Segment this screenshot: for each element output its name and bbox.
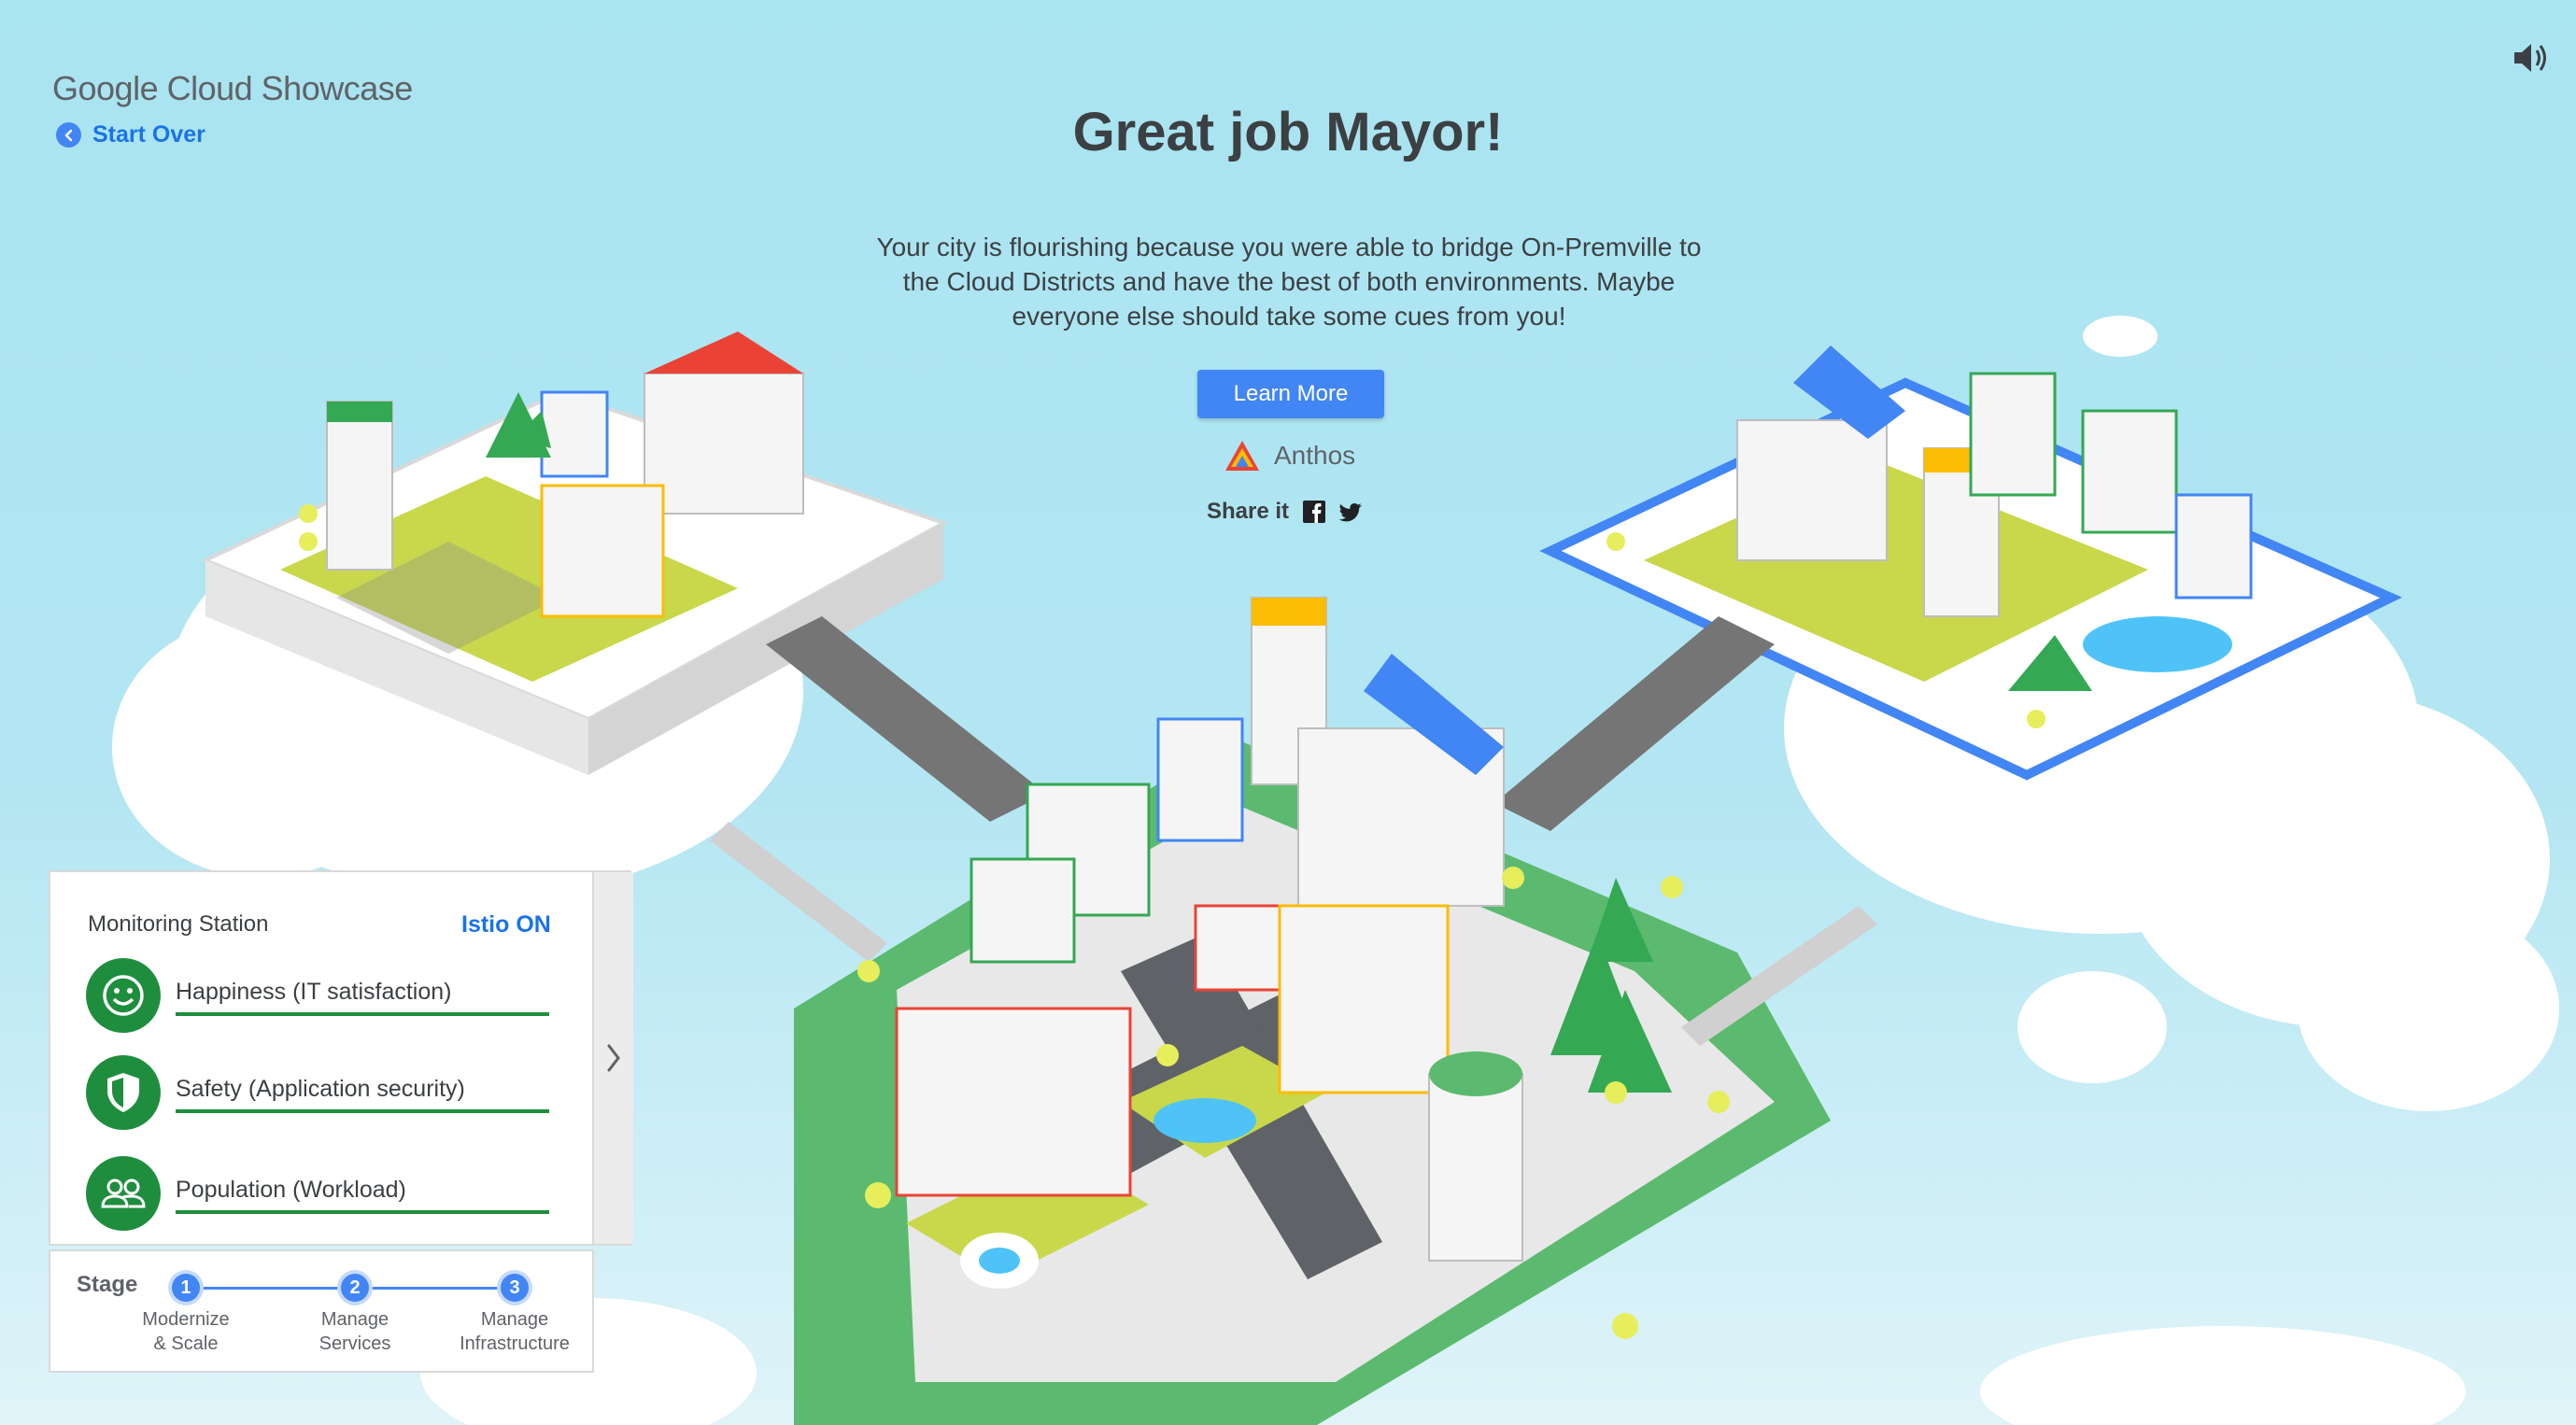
anthos-label: Anthos: [1274, 441, 1356, 470]
anthos-logo-icon: [1225, 441, 1259, 471]
stage-step-1-label-line2: & Scale: [153, 1333, 219, 1354]
metric-bar: [176, 1210, 549, 1214]
share-bar: Share it: [1207, 499, 1364, 525]
stage-step-2-label: Manage Services: [294, 1307, 416, 1356]
stage-step-2-label-line2: Services: [318, 1333, 391, 1354]
stage-step-3-label: Manage Infrastructure: [454, 1307, 575, 1356]
istio-status[interactable]: Istio ON: [461, 911, 551, 938]
metric-label: Population (Workload): [176, 1177, 406, 1203]
chevron-right-icon: [607, 1044, 620, 1072]
twitter-icon[interactable]: [1339, 500, 1364, 524]
metric-label: Happiness (IT satisfaction): [176, 979, 452, 1005]
stage-step-3-label-line1: Manage: [480, 1309, 549, 1330]
result-message: Your city is flourishing because you wer…: [876, 233, 1702, 331]
learn-more-button[interactable]: Learn More: [1197, 370, 1384, 418]
stage-step-3-label-line2: Infrastructure: [460, 1333, 570, 1354]
metric-population: Population (Workload): [86, 1156, 549, 1231]
stage-step-2[interactable]: 2: [341, 1274, 369, 1302]
page-title: Great job Mayor!: [1072, 102, 1504, 162]
shield-icon: [86, 1055, 161, 1130]
stage-progress: Stage 1 Modernize & Scale 2 Manage Servi…: [49, 1249, 594, 1373]
speaker-icon[interactable]: [2511, 39, 2552, 77]
monitoring-title: Monitoring Station: [88, 911, 269, 937]
share-label: Share it: [1207, 499, 1290, 524]
metric-bar: [176, 1012, 549, 1016]
stage-step-1-label-line1: Modernize: [142, 1309, 230, 1330]
stage-step-1-label: Modernize & Scale: [125, 1307, 247, 1356]
stage-step-3[interactable]: 3: [501, 1274, 529, 1302]
panel-expand-button[interactable]: [592, 872, 633, 1244]
stage-title: Stage: [77, 1272, 138, 1297]
monitoring-panel: Monitoring Station Istio ON Happiness (I…: [49, 870, 631, 1246]
metric-label: Safety (Application security): [176, 1076, 465, 1102]
metric-safety: Safety (Application security): [86, 1055, 549, 1130]
anthos-link[interactable]: Anthos: [1224, 439, 1355, 473]
smiley-icon: [86, 958, 161, 1033]
facebook-icon[interactable]: [1302, 500, 1326, 524]
metric-happiness: Happiness (IT satisfaction): [86, 958, 549, 1033]
stage-step-2-label-line1: Manage: [320, 1309, 389, 1330]
stage-step-1[interactable]: 1: [172, 1274, 200, 1302]
people-icon: [86, 1156, 161, 1231]
metric-bar: [176, 1109, 549, 1113]
